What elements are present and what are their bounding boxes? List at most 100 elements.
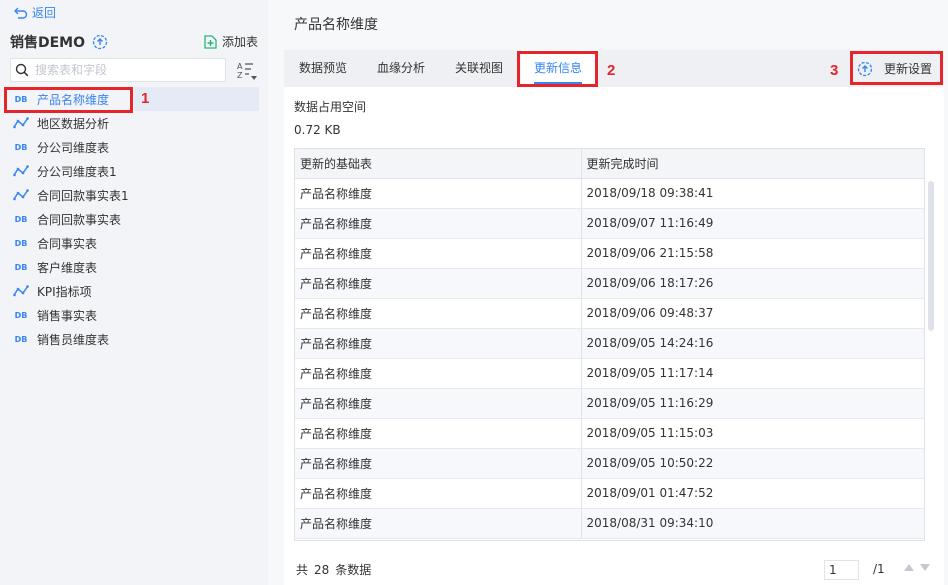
record-count-suffix: 条数据	[335, 563, 372, 577]
db-badge: DB	[14, 262, 28, 272]
table-list-item[interactable]: KPI指标项	[0, 279, 268, 303]
update-package-icon[interactable]	[92, 34, 108, 50]
svg-text:A: A	[237, 62, 243, 71]
table-list-item[interactable]: 分公司维度表1	[0, 159, 268, 183]
search-icon	[15, 63, 29, 77]
back-arrow-icon	[14, 7, 28, 19]
table-list-item-label: 产品名称维度	[37, 92, 110, 107]
record-count: 共 28 条数据	[296, 561, 377, 578]
tab-data-preview[interactable]: 数据预览	[299, 50, 347, 87]
table-list-item[interactable]: 地区数据分析	[0, 111, 268, 135]
table-list-item[interactable]: DB 分公司维度表	[0, 135, 268, 159]
table-list-item-label: 分公司维度表	[37, 140, 110, 155]
page-total: /1	[873, 562, 885, 576]
db-table-icon: DB	[13, 309, 29, 321]
cell-finish-time: 2018/09/06 21:15:58	[581, 238, 924, 269]
table-list-item-label: 销售员维度表	[37, 332, 110, 347]
db-badge: DB	[14, 214, 28, 224]
cell-finish-time: 2018/09/18 09:38:41	[581, 178, 924, 209]
cell-base-table: 产品名称维度	[295, 508, 582, 539]
db-table-icon: DB	[13, 333, 29, 345]
table-list-item-label: 销售事实表	[37, 308, 98, 323]
cell-finish-time: 2018/09/05 14:24:16	[581, 328, 924, 359]
table-list-item-label: 合同事实表	[37, 236, 98, 251]
table-list-item-label: 合同回款事实表1	[37, 188, 129, 203]
db-badge: DB	[14, 238, 28, 248]
annotation-box-2	[517, 51, 598, 87]
column-header-finish-time: 更新完成时间	[581, 149, 924, 179]
etl-table-icon	[13, 165, 29, 177]
table-list-item[interactable]: DB 合同事实表	[0, 231, 268, 255]
page-title: 产品名称维度	[294, 17, 378, 33]
package-name: 销售DEMO	[10, 35, 86, 51]
update-history-table: 更新的基础表 更新完成时间 产品名称维度 2018/09/18 09:38:41 产…	[294, 148, 925, 541]
tab-relation-view[interactable]: 关联视图	[455, 50, 503, 87]
cell-base-table: 产品名称维度	[295, 298, 582, 329]
cell-finish-time: 2018/09/06 18:17:26	[581, 268, 924, 299]
package-title: 销售DEMO	[10, 32, 108, 52]
storage-usage-value: 0.72 KB	[294, 123, 341, 137]
db-badge: DB	[14, 334, 28, 344]
cell-base-table: 产品名称维度	[295, 478, 582, 509]
record-count-value: 28	[314, 563, 330, 577]
db-badge: DB	[14, 142, 28, 152]
table-row: 产品名称维度 2018/09/06 18:17:26	[295, 268, 924, 299]
table-list-item[interactable]: DB 产品名称维度	[0, 87, 268, 111]
cell-finish-time: 2018/09/01 01:47:52	[581, 478, 924, 509]
back-label: 返回	[32, 6, 57, 20]
cell-finish-time: 2018/09/07 11:16:49	[581, 208, 924, 239]
prev-page-icon[interactable]	[904, 564, 914, 571]
table-row: 产品名称维度 2018/09/05 11:15:03	[295, 418, 924, 449]
table-list-item-label: KPI指标项	[37, 284, 92, 299]
table-row: 产品名称维度 2018/09/06 09:48:37	[295, 298, 924, 329]
cell-base-table: 产品名称维度	[295, 448, 582, 479]
tab-label: 关联视图	[455, 61, 504, 75]
add-table-label: 添加表	[221, 35, 258, 49]
cell-base-table: 产品名称维度	[295, 328, 582, 359]
tab-lineage[interactable]: 血缘分析	[377, 50, 425, 87]
cell-finish-time: 2018/09/05 11:15:03	[581, 418, 924, 449]
tab-label: 血缘分析	[377, 61, 426, 75]
sort-icon[interactable]: AZ	[236, 61, 260, 81]
record-count-prefix: 共	[296, 563, 309, 577]
table-header-row: 更新的基础表 更新完成时间	[295, 149, 924, 179]
annotation-number-2: 2	[607, 62, 616, 79]
table-row: 产品名称维度 2018/09/05 10:50:22	[295, 448, 924, 479]
table-list-item[interactable]: 合同回款事实表1	[0, 183, 268, 207]
cell-finish-time: 2018/08/31 09:34:10	[581, 508, 924, 539]
cell-base-table: 产品名称维度	[295, 268, 582, 299]
table-list-item[interactable]: DB 销售员维度表	[0, 327, 268, 351]
table-list-item[interactable]: DB 合同回款事实表	[0, 207, 268, 231]
add-table-icon	[204, 34, 217, 49]
db-badge: DB	[14, 310, 28, 320]
table-row: 产品名称维度 2018/09/18 09:38:41	[295, 178, 924, 209]
pagination-footer: 共 28 条数据 /1	[284, 541, 944, 585]
page-number-input[interactable]	[824, 560, 859, 580]
cell-base-table: 产品名称维度	[295, 358, 582, 389]
etl-table-icon	[13, 285, 29, 297]
search-input[interactable]	[35, 63, 215, 77]
annotation-number-1: 1	[141, 90, 150, 107]
db-table-icon: DB	[13, 141, 29, 153]
cell-base-table: 产品名称维度	[295, 388, 582, 419]
app-window: 返回 销售DEMO 添加表 AZ DB产品名称维度地区数据分析DB分公司维度表分…	[0, 0, 948, 585]
next-page-icon[interactable]	[920, 564, 930, 571]
table-list-item[interactable]: DB 销售事实表	[0, 303, 268, 327]
table-row: 产品名称维度 2018/09/01 01:47:52	[295, 478, 924, 509]
table-scrollbar[interactable]	[928, 181, 934, 331]
back-link[interactable]: 返回	[14, 4, 56, 21]
etl-table-icon	[13, 117, 29, 129]
main-panel: 产品名称维度 数据预览 血缘分析 关联视图 更新信息 更新设置 数据占用空间 0…	[284, 0, 948, 585]
table-list: DB 产品名称维度 地区数据分析 DB 分公司维度表 分公司维度表1 合同回款事实表1 DB 合…	[0, 87, 268, 351]
db-badge: DB	[14, 94, 28, 104]
cell-base-table: 产品名称维度	[295, 418, 582, 449]
table-row: 产品名称维度 2018/09/05 11:16:29	[295, 388, 924, 419]
table-list-item[interactable]: DB 客户维度表	[0, 255, 268, 279]
add-table-button[interactable]: 添加表	[204, 33, 258, 50]
column-header-base-table: 更新的基础表	[295, 149, 582, 179]
search-box	[10, 58, 226, 82]
cell-finish-time: 2018/09/05 10:50:22	[581, 448, 924, 479]
table-row: 产品名称维度 2018/08/31 09:34:10	[295, 508, 924, 539]
svg-text:Z: Z	[237, 71, 243, 80]
cell-base-table: 产品名称维度	[295, 238, 582, 269]
